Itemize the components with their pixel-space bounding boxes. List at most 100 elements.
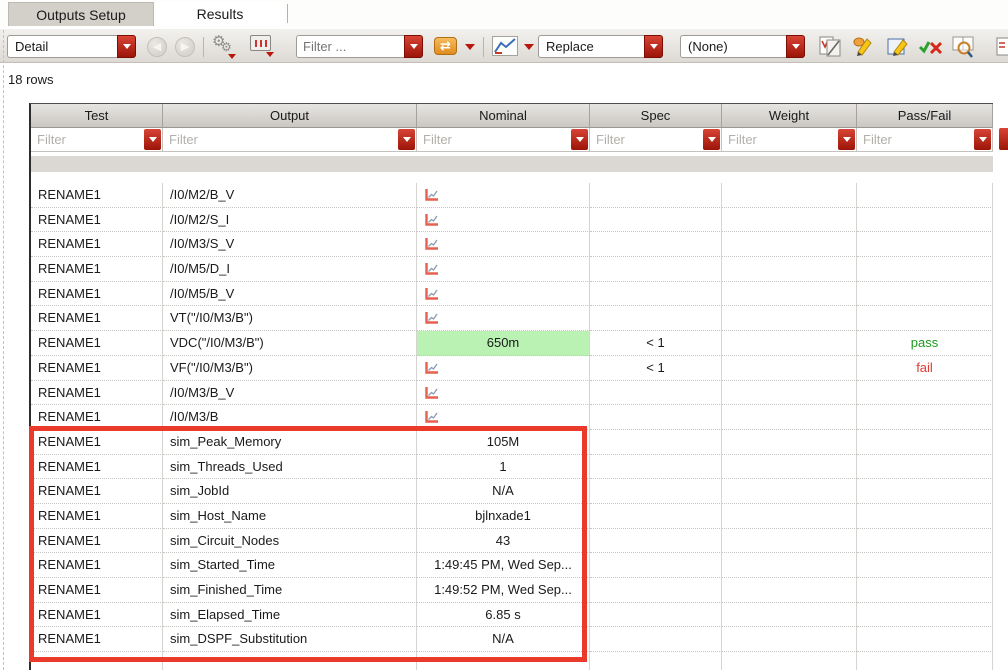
cell-nominal[interactable]: 650m bbox=[417, 331, 590, 356]
cell-passfail[interactable] bbox=[857, 528, 993, 554]
cell-passfail[interactable] bbox=[857, 454, 993, 480]
swap-dropdown-chevron-icon[interactable] bbox=[465, 44, 475, 50]
table-row[interactable]: RENAME1 sim_Threads_Used 1 bbox=[31, 454, 993, 480]
filter-input-test[interactable] bbox=[33, 129, 140, 150]
cell-spec[interactable] bbox=[590, 602, 722, 628]
cell-passfail[interactable] bbox=[857, 232, 993, 258]
cell-passfail[interactable]: fail bbox=[857, 355, 993, 381]
filter-dropdown-spec[interactable] bbox=[703, 129, 720, 150]
plot-icon[interactable] bbox=[424, 410, 439, 424]
cell-nominal[interactable] bbox=[417, 380, 590, 406]
cell-spec[interactable] bbox=[590, 183, 722, 208]
cell-test[interactable]: RENAME1 bbox=[31, 454, 163, 480]
cell-output[interactable]: sim_DSPF_Substitution bbox=[163, 627, 417, 653]
plot-dropdown-chevron-icon[interactable] bbox=[524, 44, 534, 50]
plot-icon[interactable] bbox=[424, 311, 439, 325]
plot-icon[interactable] bbox=[424, 213, 439, 227]
column-header-test[interactable]: Test bbox=[31, 104, 163, 128]
filter-input-spec[interactable] bbox=[592, 129, 699, 150]
cell-output[interactable]: sim_Finished_Time bbox=[163, 578, 417, 603]
column-header-weight[interactable]: Weight bbox=[722, 104, 857, 128]
cell-test[interactable]: RENAME1 bbox=[31, 553, 163, 578]
cell-weight[interactable] bbox=[722, 479, 857, 504]
cell-weight[interactable] bbox=[722, 627, 857, 653]
cell-weight[interactable] bbox=[722, 380, 857, 406]
cell-output[interactable]: /I0/M3/S_V bbox=[163, 232, 417, 258]
cell-passfail[interactable] bbox=[857, 503, 993, 529]
plot-mode-dropdown-button[interactable] bbox=[644, 35, 663, 58]
table-row[interactable]: RENAME1 sim_Elapsed_Time 6.85 s bbox=[31, 602, 993, 628]
cell-output[interactable]: sim_Threads_Used bbox=[163, 454, 417, 480]
cell-weight[interactable] bbox=[722, 553, 857, 578]
cell-passfail[interactable]: pass bbox=[857, 331, 993, 356]
cell-output[interactable]: sim_Started_Time bbox=[163, 553, 417, 578]
table-row[interactable]: RENAME1 sim_JobId N/A bbox=[31, 479, 993, 504]
cell-test[interactable]: RENAME1 bbox=[31, 331, 163, 356]
filter-dropdown-weight[interactable] bbox=[838, 129, 855, 150]
toolbar-filter-dropdown-button[interactable] bbox=[404, 35, 423, 58]
filter-dropdown-nominal[interactable] bbox=[571, 129, 588, 150]
forward-arrow-icon[interactable]: ▶ bbox=[175, 37, 195, 57]
plot-icon[interactable] bbox=[424, 237, 439, 251]
pass-fail-check-icon[interactable] bbox=[918, 38, 944, 61]
highlight-pencil-icon[interactable] bbox=[852, 35, 876, 63]
tab-results[interactable]: Results bbox=[156, 2, 284, 26]
cell-nominal[interactable]: 1:49:52 PM, Wed Sep... bbox=[417, 578, 590, 603]
back-arrow-icon[interactable]: ◀ bbox=[147, 37, 167, 57]
cell-nominal[interactable]: 105M bbox=[417, 429, 590, 455]
cell-weight[interactable] bbox=[722, 528, 857, 554]
cell-weight[interactable] bbox=[722, 355, 857, 381]
edit-notes-icon[interactable] bbox=[886, 35, 910, 63]
filter-input-output[interactable] bbox=[165, 129, 394, 150]
plot-mode-combo[interactable]: Replace bbox=[538, 35, 663, 58]
clipped-document-icon[interactable] bbox=[996, 35, 1008, 63]
table-row[interactable]: RENAME1 sim_Peak_Memory 105M bbox=[31, 429, 993, 455]
cell-passfail[interactable] bbox=[857, 257, 993, 282]
cell-spec[interactable] bbox=[590, 281, 722, 307]
cell-spec[interactable]: < 1 bbox=[590, 355, 722, 381]
cell-passfail[interactable] bbox=[857, 627, 993, 653]
cell-spec[interactable] bbox=[590, 405, 722, 430]
cell-test[interactable]: RENAME1 bbox=[31, 380, 163, 406]
cell-spec[interactable] bbox=[590, 578, 722, 603]
cell-spec[interactable]: < 1 bbox=[590, 331, 722, 356]
cell-weight[interactable] bbox=[722, 281, 857, 307]
cell-test[interactable]: RENAME1 bbox=[31, 602, 163, 628]
cell-output[interactable]: sim_Elapsed_Time bbox=[163, 602, 417, 628]
cell-weight[interactable] bbox=[722, 578, 857, 603]
cell-nominal[interactable]: N/A bbox=[417, 627, 590, 653]
cell-nominal[interactable] bbox=[417, 183, 590, 208]
cell-output[interactable]: VT("/I0/M3/B") bbox=[163, 306, 417, 332]
view-mode-dropdown-button[interactable] bbox=[117, 35, 136, 58]
cell-nominal[interactable] bbox=[417, 257, 590, 282]
cell-output[interactable]: /I0/M3/B bbox=[163, 405, 417, 430]
cell-weight[interactable] bbox=[722, 503, 857, 529]
cell-nominal[interactable]: 1:49:45 PM, Wed Sep... bbox=[417, 553, 590, 578]
plot-icon[interactable] bbox=[424, 188, 439, 202]
table-row[interactable]: RENAME1 sim_Started_Time 1:49:45 PM, Wed S… bbox=[31, 553, 993, 578]
cell-output[interactable]: sim_Circuit_Nodes bbox=[163, 528, 417, 554]
cell-nominal[interactable]: 43 bbox=[417, 528, 590, 554]
cell-spec[interactable] bbox=[590, 306, 722, 332]
cell-nominal[interactable] bbox=[417, 306, 590, 332]
cell-passfail[interactable] bbox=[857, 207, 993, 233]
cell-output[interactable]: sim_Peak_Memory bbox=[163, 429, 417, 455]
cell-test[interactable]: RENAME1 bbox=[31, 429, 163, 455]
cell-output[interactable]: sim_Host_Name bbox=[163, 503, 417, 529]
cell-spec[interactable] bbox=[590, 553, 722, 578]
cell-test[interactable]: RENAME1 bbox=[31, 479, 163, 504]
cell-output[interactable]: /I0/M2/S_I bbox=[163, 207, 417, 233]
table-row[interactable]: RENAME1/I0/M5/B_V bbox=[31, 281, 993, 307]
table-row[interactable]: RENAME1 VDC("/I0/M3/B") 650m < 1 pass bbox=[31, 331, 993, 356]
cell-test[interactable]: RENAME1 bbox=[31, 355, 163, 381]
cell-spec[interactable] bbox=[590, 429, 722, 455]
table-row[interactable]: RENAME1 sim_Finished_Time 1:49:52 PM, Wed … bbox=[31, 578, 993, 603]
cell-nominal[interactable] bbox=[417, 405, 590, 430]
find-documents-icon[interactable] bbox=[950, 35, 978, 64]
cell-weight[interactable] bbox=[722, 232, 857, 258]
table-row[interactable]: RENAME1/I0/M2/B_V bbox=[31, 183, 993, 208]
filter-input-nominal[interactable] bbox=[419, 129, 567, 150]
column-header-nominal[interactable]: Nominal bbox=[417, 104, 590, 128]
cell-nominal[interactable] bbox=[417, 232, 590, 258]
cell-passfail[interactable] bbox=[857, 578, 993, 603]
